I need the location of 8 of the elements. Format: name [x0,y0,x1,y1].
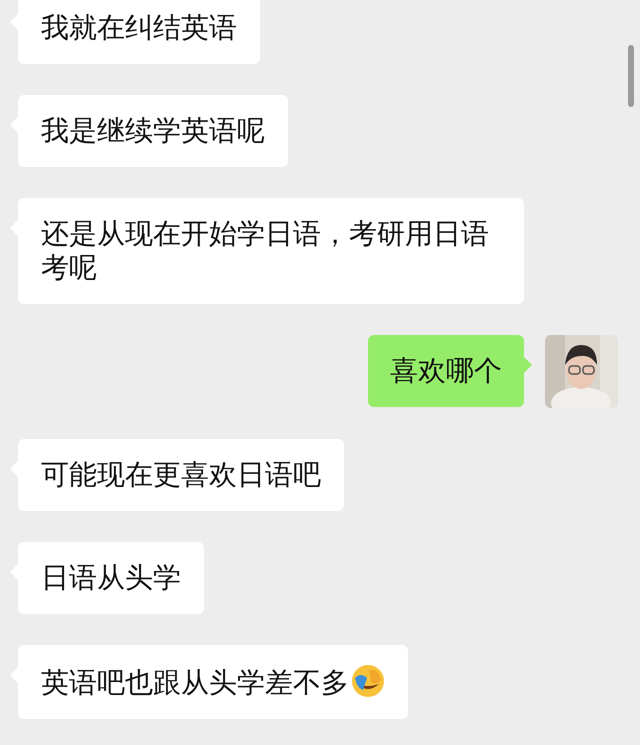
message-text: 可能现在更喜欢日语吧 [41,458,321,491]
message-text: 我是继续学英语呢 [41,114,265,147]
scrollbar[interactable] [628,45,634,107]
message-text: 还是从现在开始学日语，考研用日语考呢 [41,217,489,284]
message-text: 英语吧也跟从头学差不多 [41,666,349,699]
message-text: 日语从头学 [41,561,181,594]
message-text: 喜欢哪个 [390,354,502,387]
message-text: 我就在纠结英语 [41,11,237,44]
